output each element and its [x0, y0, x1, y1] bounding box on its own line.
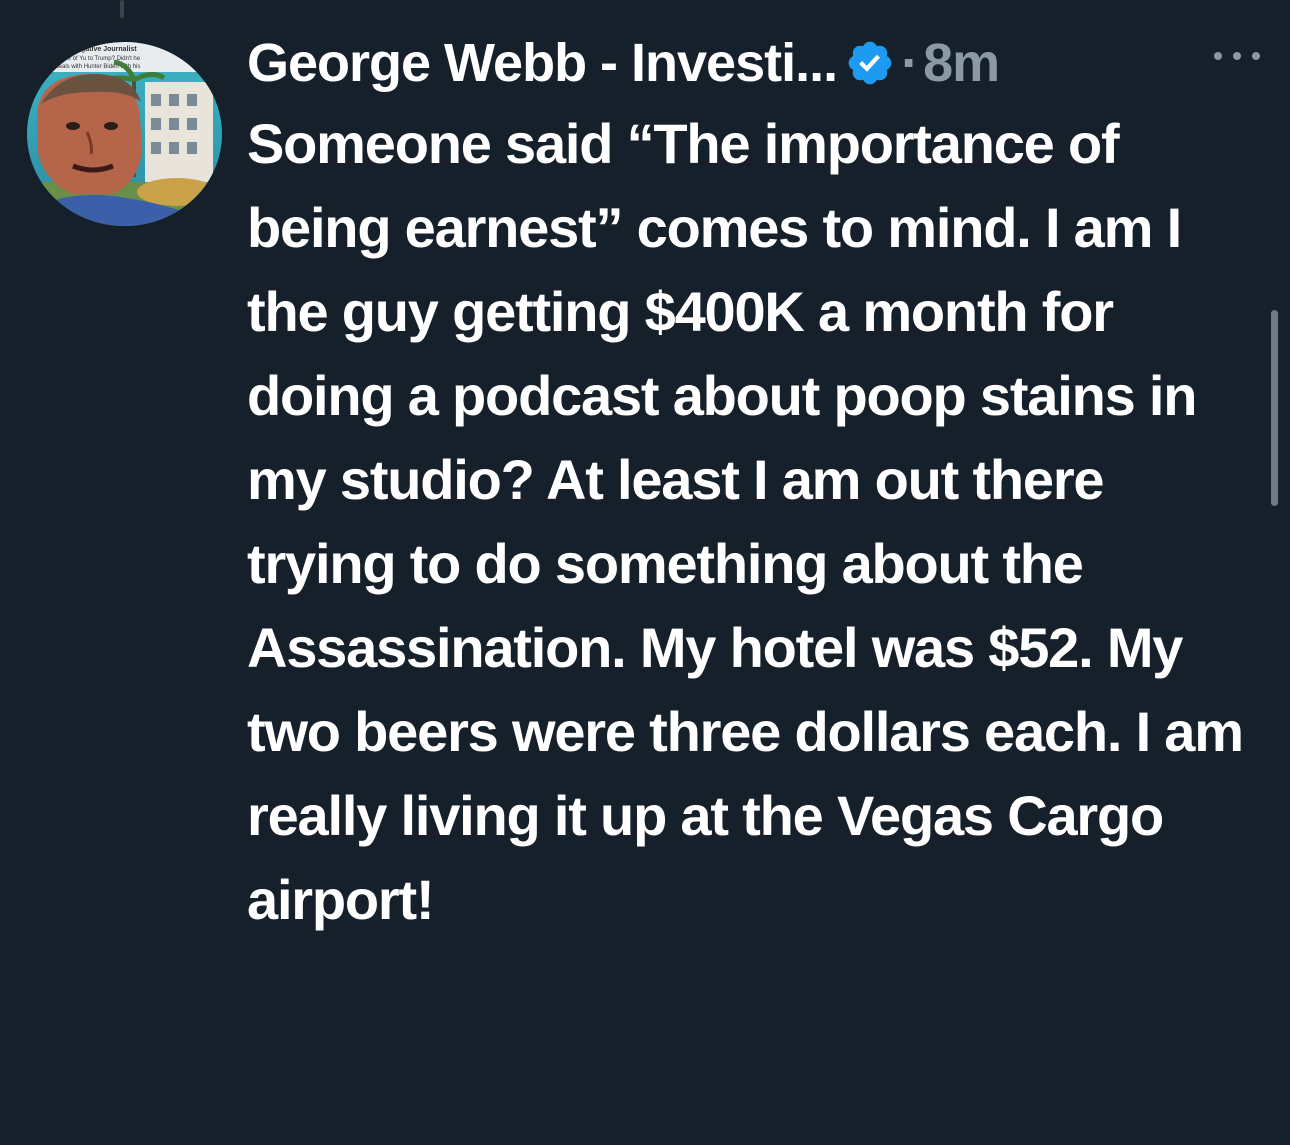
more-dot — [1252, 52, 1260, 60]
tweet-text: Someone said “The importance of being ea… — [247, 112, 1244, 931]
verified-badge-icon[interactable] — [845, 38, 895, 88]
more-options-icon[interactable] — [1214, 46, 1260, 66]
scrollbar-thumb[interactable] — [1271, 310, 1278, 506]
more-dot — [1214, 52, 1222, 60]
tweet-timestamp[interactable]: 8m — [923, 32, 1000, 94]
tweet-header: George Webb - Investi... · 8m — [247, 26, 1247, 100]
avatar[interactable]: estigative Journalist Name of Yu to Trum… — [27, 42, 222, 226]
thread-connector-line — [120, 0, 124, 18]
more-dot — [1233, 52, 1241, 60]
svg-text:Name of Yu to Trump? Didn't h: Name of Yu to Trump? Didn't he — [55, 56, 141, 62]
author-display-name[interactable]: George Webb - Investi... — [247, 32, 838, 94]
tweet[interactable]: George Webb - Investi... · 8m Someone sa… — [247, 26, 1247, 942]
separator-dot: · — [901, 33, 920, 93]
svg-text:estigative Journalist: estigative Journalist — [69, 46, 137, 53]
